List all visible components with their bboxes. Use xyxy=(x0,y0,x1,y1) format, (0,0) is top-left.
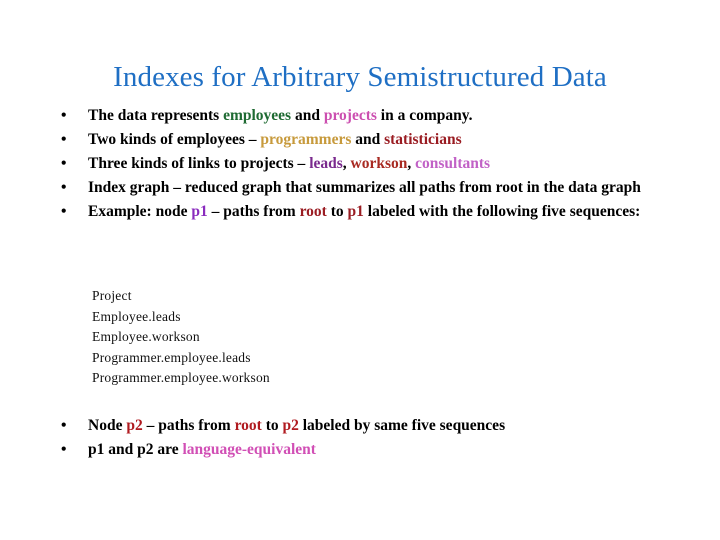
text-segment: The data represents xyxy=(88,107,224,124)
bullet-text: Two kinds of employees – programmers and… xyxy=(88,128,664,152)
text-segment: to xyxy=(261,417,283,434)
sequence-item: Project xyxy=(92,288,132,303)
sequence-item: Programmer.employee.workson xyxy=(92,370,270,386)
bullet-marker-icon: • xyxy=(61,179,67,196)
keyword-p2: p2 xyxy=(282,417,299,434)
keyword-p1: p1 xyxy=(191,203,208,220)
bullet-two-kinds-employees: • Two kinds of employees – programmers an… xyxy=(56,128,664,152)
keyword-leads: leads xyxy=(309,155,343,172)
bullet-marker-icon: • xyxy=(61,417,67,434)
text-segment: Two kinds of employees – xyxy=(88,131,261,148)
bullet-text: p1 and p2 are language-equivalent xyxy=(88,438,664,462)
bullet-marker-icon: • xyxy=(61,203,67,220)
bullet-text: Three kinds of links to projects – leads… xyxy=(88,152,664,176)
bullet-text: Index graph – reduced graph that summari… xyxy=(88,176,664,200)
keyword-root: root xyxy=(299,203,327,220)
bullet-marker-icon: • xyxy=(61,107,67,124)
bullet-index-graph: • Index graph – reduced graph that summar… xyxy=(56,176,664,200)
sequence-item: Employee.leads xyxy=(92,308,181,324)
bullet-node-p2: • Node p2 – paths from root to p2 labeled… xyxy=(56,414,664,438)
sequence-item: Programmer.employee.leads xyxy=(92,349,251,365)
text-segment: to xyxy=(326,203,348,220)
text-segment: in a company. xyxy=(376,107,473,124)
keyword-employees: employees xyxy=(223,107,292,124)
text-segment: , xyxy=(342,155,351,172)
bullet-list-top: • The data represents employees and proje… xyxy=(56,104,664,224)
text-segment: and xyxy=(351,131,385,148)
text-segment: Example: node xyxy=(88,203,192,220)
keyword-projects: projects xyxy=(323,107,377,124)
keyword-p2: p2 xyxy=(126,417,143,434)
bullet-text: Node p2 – paths from root to p2 labeled … xyxy=(88,414,664,438)
bullet-list-bottom: • Node p2 – paths from root to p2 labeled… xyxy=(56,414,664,462)
text-segment: p1 and p2 are xyxy=(88,441,183,458)
bullet-language-equivalent: • p1 and p2 are language-equivalent xyxy=(56,438,664,462)
keyword-consultants: consultants xyxy=(415,155,491,172)
text-segment: labeled with the following five sequence… xyxy=(363,203,641,220)
bullet-marker-icon: • xyxy=(61,441,67,458)
bullet-example-p1: • Example: node p1 – paths from root to p… xyxy=(56,200,664,224)
slide-canvas: Indexes for Arbitrary Semistructured Dat… xyxy=(0,0,720,540)
text-segment: Index graph – reduced graph that summari… xyxy=(88,179,641,196)
sequence-list: Project Employee.leads Employee.workson Pro… xyxy=(92,286,512,389)
keyword-language-equivalent: language-equivalent xyxy=(182,441,316,458)
text-segment: – paths from xyxy=(142,417,235,434)
keyword-workson: workson xyxy=(350,155,408,172)
sequence-item: Employee.workson xyxy=(92,329,200,345)
bullet-marker-icon: • xyxy=(61,155,67,172)
text-segment: labeled by same five sequences xyxy=(298,417,506,434)
keyword-root: root xyxy=(234,417,262,434)
text-segment: Three kinds of links to projects – xyxy=(88,155,310,172)
text-segment: Node xyxy=(88,417,127,434)
keyword-p1: p1 xyxy=(347,203,364,220)
text-segment: – paths from xyxy=(207,203,300,220)
text-segment: , xyxy=(407,155,416,172)
bullet-three-kinds-links: • Three kinds of links to projects – lead… xyxy=(56,152,664,176)
page-title: Indexes for Arbitrary Semistructured Dat… xyxy=(113,61,607,94)
keyword-programmers: programmers xyxy=(260,131,352,148)
text-segment: and xyxy=(291,107,324,124)
bullet-text: The data represents employees and projec… xyxy=(88,104,664,128)
keyword-statisticians: statisticians xyxy=(384,131,462,148)
bullet-marker-icon: • xyxy=(61,131,67,148)
bullet-data-represents: • The data represents employees and proje… xyxy=(56,104,664,128)
bullet-text: Example: node p1 – paths from root to p1… xyxy=(88,200,664,224)
